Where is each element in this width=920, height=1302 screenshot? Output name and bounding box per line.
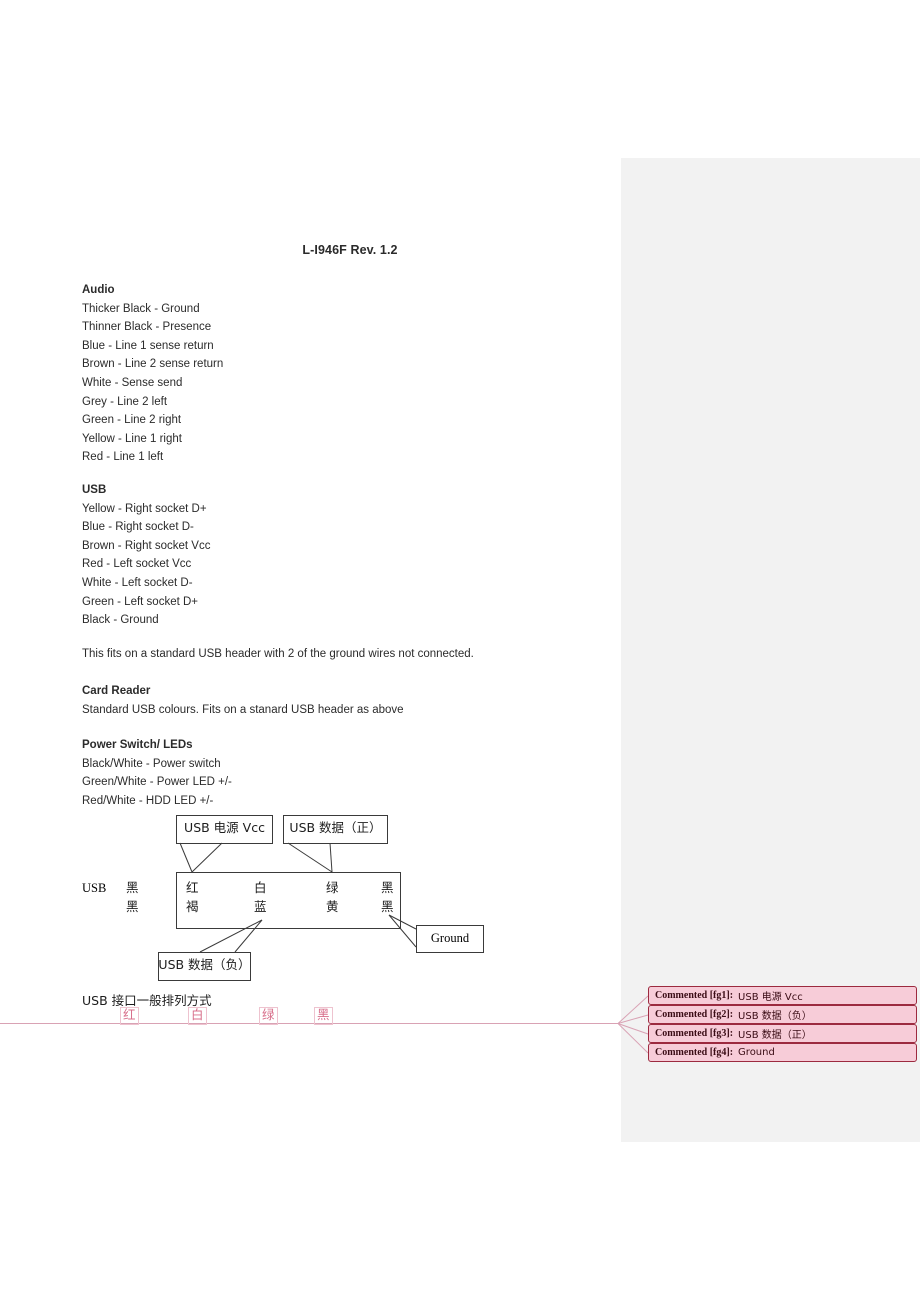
section-line: Yellow - Line 1 right <box>82 432 182 445</box>
callout-ground: Ground <box>430 931 470 945</box>
comment-balloon-fg1[interactable]: Commented [fg1]: USB 电源 Vcc <box>648 986 917 1005</box>
pin-bottom-3: 黄 <box>326 899 339 914</box>
section-line: Red - Line 1 left <box>82 451 164 464</box>
section-line: Red - Left socket Vcc <box>82 558 192 571</box>
section-line: Brown - Line 2 sense return <box>82 358 224 371</box>
section-line: White - Left socket D- <box>82 576 193 589</box>
comment-text: USB 数据（正） <box>738 1030 812 1041</box>
section-audio: Audio Thicker Black - Ground Thinner Bla… <box>82 281 602 467</box>
comment-balloon-fg3[interactable]: Commented [fg3]: USB 数据（正） <box>648 1024 917 1043</box>
section-line: Green - Line 2 right <box>82 414 182 427</box>
pin-bottom-2: 蓝 <box>254 899 267 914</box>
comment-tag: Commented [fg2]: <box>655 1009 734 1020</box>
callout-usb-data-negative: USB 数据（负） <box>158 957 251 972</box>
section-line: White - Sense send <box>82 376 183 389</box>
diagram-left-pin-top: 黑 <box>126 880 139 895</box>
section-heading: Card Reader <box>82 685 151 697</box>
document-page: L-I946F Rev. 1.2 Audio Thicker Black - G… <box>0 0 920 1302</box>
section-line: Green/White - Power LED +/- <box>82 776 232 789</box>
diagram-left-label-usb: USB <box>82 881 107 895</box>
section-heading: Audio <box>82 284 115 296</box>
comment-tag: Commented [fg4]: <box>655 1047 734 1058</box>
section-line: Black/White - Power switch <box>82 757 221 770</box>
pin-top-3: 绿 <box>326 880 339 895</box>
comment-text: USB 数据（负） <box>738 1011 812 1022</box>
pin-bottom-1: 褐 <box>186 899 199 914</box>
pin-top-4: 黑 <box>381 880 394 895</box>
section-line: Red/White - HDD LED +/- <box>82 794 214 807</box>
section-line: Blue - Line 1 sense return <box>82 339 214 352</box>
section-line: Grey - Line 2 left <box>82 395 168 408</box>
section-note: This fits on a standard USB header with … <box>82 645 602 664</box>
section-line: Blue - Right socket D- <box>82 521 194 534</box>
anchor-char-white[interactable]: 白 <box>188 1007 207 1025</box>
pin-top-1: 红 <box>186 880 199 895</box>
page-title: L-I946F Rev. 1.2 <box>302 243 398 257</box>
section-line: This fits on a standard USB header with … <box>82 648 474 660</box>
comment-text: USB 电源 Vcc <box>738 992 803 1003</box>
section-line: Thinner Black - Presence <box>82 321 212 334</box>
section-heading: USB <box>82 484 107 496</box>
section-card-reader: Card Reader Standard USB colours. Fits o… <box>82 682 602 719</box>
comment-tag: Commented [fg3]: <box>655 1028 734 1039</box>
pin-top-2: 白 <box>254 880 267 895</box>
pin-bottom-4: 黑 <box>381 899 394 914</box>
section-line: Standard USB colours. Fits on a stanard … <box>82 703 404 716</box>
anchor-char-red[interactable]: 红 <box>120 1007 139 1025</box>
section-power-switch-leds: Power Switch/ LEDs Black/White - Power s… <box>82 736 602 810</box>
diagram-left-pin-bottom: 黑 <box>126 899 139 914</box>
section-line: Thicker Black - Ground <box>82 302 200 315</box>
callout-usb-vcc: USB 电源 Vcc <box>184 820 265 835</box>
section-line: Green - Left socket D+ <box>82 595 199 608</box>
callout-usb-data-positive: USB 数据（正） <box>289 820 382 835</box>
section-heading: Power Switch/ LEDs <box>82 739 193 751</box>
anchor-char-black[interactable]: 黑 <box>314 1007 333 1025</box>
comment-balloon-fg4[interactable]: Commented [fg4]: Ground <box>648 1043 917 1062</box>
section-line: Black - Ground <box>82 614 159 627</box>
section-line: Brown - Right socket Vcc <box>82 539 211 552</box>
anchor-char-green[interactable]: 绿 <box>259 1007 278 1025</box>
comment-text: Ground <box>738 1047 775 1058</box>
comment-balloon-fg2[interactable]: Commented [fg2]: USB 数据（负） <box>648 1005 917 1024</box>
comment-tag: Commented [fg1]: <box>655 990 734 1001</box>
section-usb: USB Yellow - Right socket D+ Blue - Righ… <box>82 481 602 630</box>
section-line: Yellow - Right socket D+ <box>82 502 207 515</box>
